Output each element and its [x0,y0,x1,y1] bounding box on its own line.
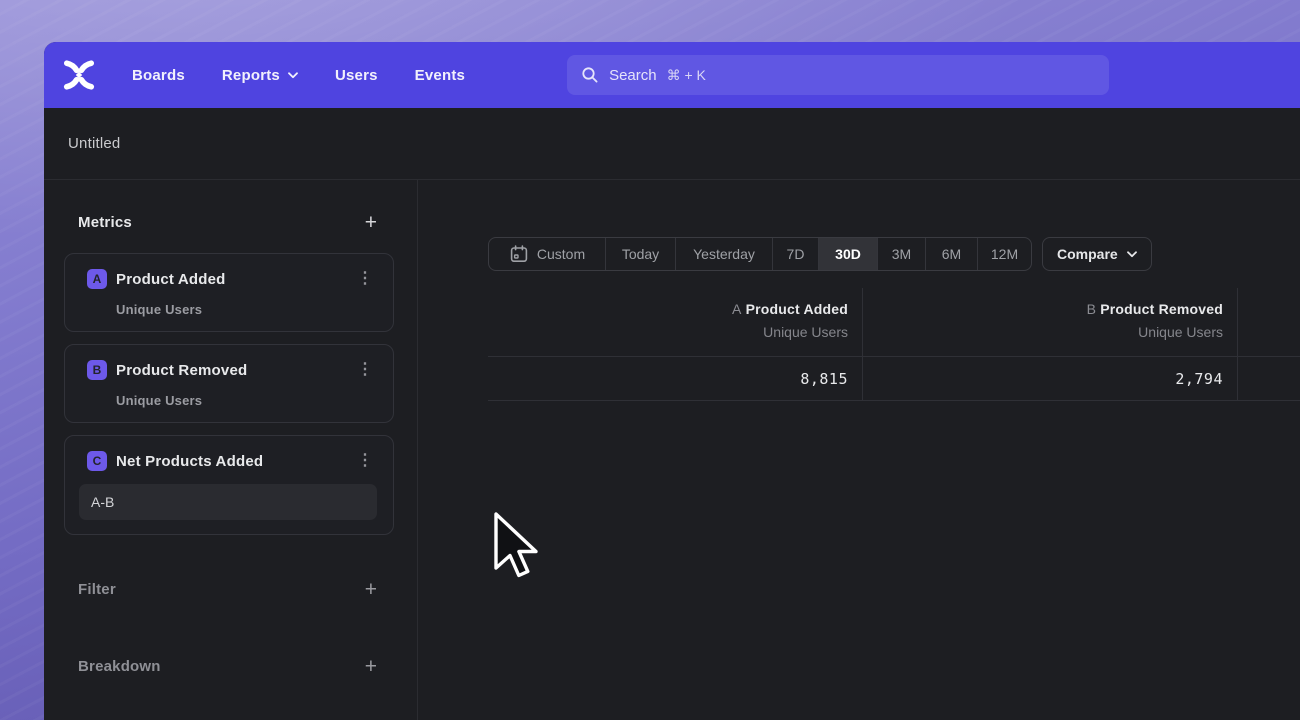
calendar-icon [509,244,529,264]
table-value-filler [1238,356,1300,401]
metric-badge: C [87,451,107,471]
date-range-label: Custom [537,246,585,262]
date-range-3m[interactable]: 3M [878,238,926,270]
date-range-selector: Custom Today Yesterday 7D 30D 3M 6M 12M [488,237,1032,271]
date-range-label: 6M [942,246,961,262]
metrics-section-header: Metrics + [78,212,377,233]
breakdown-title: Breakdown [78,658,161,675]
column-title: Product Removed [1100,301,1223,317]
nav-items: Boards Reports Users Events [132,67,465,84]
date-range-30d-active[interactable]: 30D [819,238,878,270]
metric-name: Net Products Added [116,453,263,470]
chevron-down-icon [1127,251,1137,258]
nav-item-label: Boards [132,67,185,84]
date-range-custom[interactable]: Custom [489,238,606,270]
date-range-label: 3M [892,246,911,262]
metric-subtitle[interactable]: Unique Users [116,393,377,408]
search-shortcut: ⌘ + K [667,67,706,84]
table-header-col-a: AProduct Added Unique Users [488,288,863,356]
main-area: Custom Today Yesterday 7D 30D 3M 6M 12M … [418,180,1300,720]
nav-item-boards[interactable]: Boards [132,67,185,84]
add-breakdown-button[interactable]: + [365,656,377,677]
sidebar: Metrics + A Product Added ⋮ Unique Users… [44,180,418,720]
nav-item-label: Users [335,67,378,84]
column-subtitle: Unique Users [488,321,848,343]
date-range-label: Today [622,246,659,262]
metric-card-b[interactable]: B Product Removed ⋮ Unique Users [64,344,394,423]
column-prefix: A [732,301,742,317]
column-subtitle: Unique Users [863,321,1223,343]
date-range-today[interactable]: Today [606,238,676,270]
add-filter-button[interactable]: + [365,579,377,600]
date-range-label: 12M [991,246,1018,262]
date-controls: Custom Today Yesterday 7D 30D 3M 6M 12M … [488,237,1152,271]
filter-title: Filter [78,581,116,598]
table-header-col-b: BProduct Removed Unique Users [863,288,1238,356]
date-range-label: 7D [787,246,805,262]
compare-button[interactable]: Compare [1042,237,1152,271]
metric-card-c[interactable]: C Net Products Added ⋮ A-B [64,435,394,535]
metric-badge: A [87,269,107,289]
date-range-6m[interactable]: 6M [926,238,978,270]
formula-input[interactable]: A-B [79,484,377,520]
top-navbar: Boards Reports Users Events Search ⌘ + K [44,42,1300,108]
date-range-7d[interactable]: 7D [773,238,819,270]
date-range-label: Yesterday [693,246,755,262]
more-options-icon[interactable]: ⋮ [353,453,377,469]
chevron-down-icon [288,72,298,79]
date-range-yesterday[interactable]: Yesterday [676,238,773,270]
table-value-col-b[interactable]: 2,794 [863,356,1238,401]
nav-item-events[interactable]: Events [415,67,465,84]
date-range-label: 30D [835,246,861,262]
nav-item-label: Reports [222,67,280,84]
date-range-12m[interactable]: 12M [978,238,1031,270]
metric-name: Product Removed [116,362,247,379]
search-label: Search [609,67,657,84]
metrics-table: AProduct Added Unique Users BProduct Rem… [488,288,1300,401]
more-options-icon[interactable]: ⋮ [353,271,377,287]
search-input[interactable]: Search ⌘ + K [567,55,1109,95]
add-metric-button[interactable]: + [365,212,377,233]
more-options-icon[interactable]: ⋮ [353,362,377,378]
report-header: Untitled [44,108,1300,180]
nav-item-label: Events [415,67,465,84]
breakdown-section-header: Breakdown + [78,656,377,677]
metric-badge: B [87,360,107,380]
column-title: Product Added [746,301,848,317]
search-icon [581,66,599,84]
compare-label: Compare [1057,246,1118,262]
nav-item-users[interactable]: Users [335,67,378,84]
metric-name: Product Added [116,271,226,288]
page-title[interactable]: Untitled [68,135,120,152]
metric-subtitle[interactable]: Unique Users [116,302,377,317]
table-value-col-a[interactable]: 8,815 [488,356,863,401]
mixpanel-logo-icon[interactable] [62,59,96,91]
column-prefix: B [1087,301,1097,317]
nav-item-reports[interactable]: Reports [222,67,298,84]
table-header-filler [1238,288,1300,356]
content: Metrics + A Product Added ⋮ Unique Users… [44,180,1300,720]
filter-section-header: Filter + [78,579,377,600]
metrics-title: Metrics [78,214,132,231]
metric-card-a[interactable]: A Product Added ⋮ Unique Users [64,253,394,332]
app-window: Boards Reports Users Events Search ⌘ + K [44,42,1300,720]
metric-cards: A Product Added ⋮ Unique Users B Product… [64,253,394,535]
